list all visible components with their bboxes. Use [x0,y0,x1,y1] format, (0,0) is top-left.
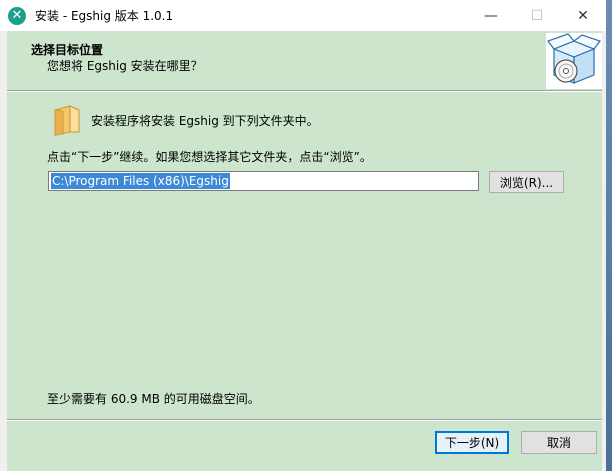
window-title: 安装 - Egshig 版本 1.0.1 [35,9,174,23]
wizard-footer: 下一步(N) 取消 [7,421,602,471]
app-icon: ✕ [8,6,26,25]
destination-path-input[interactable]: C:\Program Files (x86)\Egshig [48,171,479,191]
maximize-icon: ☐ [530,7,544,24]
installer-box-icon [546,33,602,89]
desktop-background [606,0,612,471]
wizard-header: 选择目标位置 您想将 Egshig 安装在哪里？ [7,31,602,90]
title-bar[interactable]: ✕ 安装 - Egshig 版本 1.0.1 — ☐ ✕ [0,0,606,31]
destination-path-value: C:\Program Files (x86)\Egshig [51,173,230,189]
browse-button[interactable]: 浏览(R)... [489,171,564,193]
next-button[interactable]: 下一步(N) [435,431,509,454]
close-icon[interactable]: ✕ [560,0,606,31]
folder-icon [52,104,82,136]
installer-window: ✕ 安装 - Egshig 版本 1.0.1 — ☐ ✕ 选择目标位置 您想将 … [0,0,606,471]
minimize-icon[interactable]: — [468,0,514,31]
page-title: 选择目标位置 [31,43,104,57]
cancel-button[interactable]: 取消 [521,431,597,454]
window-controls: — ☐ ✕ [468,0,606,31]
disk-space-requirement: 至少需要有 60.9 MB 的可用磁盘空间。 [47,392,260,406]
wizard-content: 安装程序将安装 Egshig 到下列文件夹中。 点击“下一步”继续。如果您想选择… [7,92,602,419]
install-info-text: 安装程序将安装 Egshig 到下列文件夹中。 [91,114,319,128]
instruction-text: 点击“下一步”继续。如果您想选择其它文件夹，点击“浏览”。 [47,150,372,164]
page-subtitle: 您想将 Egshig 安装在哪里？ [47,59,203,73]
